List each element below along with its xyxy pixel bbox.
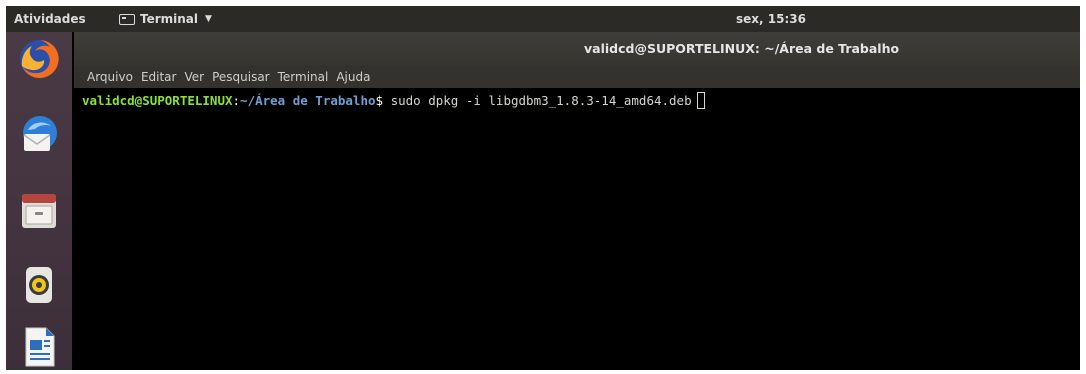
prompt-separator: : bbox=[232, 93, 241, 108]
terminal-window[interactable]: validcd@SUPORTELINUX: ~/Área de Trabalho… bbox=[74, 32, 1080, 370]
prompt-line: validcd@SUPORTELINUX: ~/Área de Trabalho $… bbox=[82, 92, 705, 109]
window-titlebar[interactable]: validcd@SUPORTELINUX: ~/Área de Trabalho bbox=[74, 32, 1080, 66]
menu-terminal[interactable]: Terminal bbox=[278, 70, 329, 84]
menu-pesquisar[interactable]: Pesquisar bbox=[212, 70, 270, 84]
menu-ajuda[interactable]: Ajuda bbox=[336, 70, 370, 84]
terminal-icon bbox=[119, 13, 135, 25]
launcher-dock bbox=[6, 32, 72, 370]
activities-button[interactable]: Atividades bbox=[14, 12, 86, 26]
rhythmbox-icon bbox=[26, 267, 52, 303]
dock-item-thunderbird[interactable] bbox=[16, 112, 62, 158]
dock-item-rhythmbox[interactable] bbox=[16, 262, 62, 308]
text-cursor bbox=[696, 92, 705, 109]
desktop: Atividades Terminal ▼ sex, 15:36 validcd… bbox=[6, 6, 1080, 370]
terminal-output[interactable]: validcd@SUPORTELINUX: ~/Área de Trabalho $… bbox=[74, 88, 1080, 370]
menu-editar[interactable]: Editar bbox=[141, 70, 177, 84]
app-menu-button[interactable]: Terminal ▼ bbox=[119, 12, 212, 26]
prompt-dollar: $ bbox=[375, 93, 391, 108]
chevron-down-icon: ▼ bbox=[205, 14, 212, 24]
files-icon bbox=[22, 194, 56, 228]
command-text: sudo dpkg -i libgdbm3_1.8.3-14_amd64.deb bbox=[390, 93, 692, 108]
libreoffice-writer-icon bbox=[25, 327, 55, 367]
window-title: validcd@SUPORTELINUX: ~/Área de Trabalho bbox=[584, 41, 900, 56]
dock-item-writer[interactable] bbox=[16, 324, 62, 370]
dock-item-files[interactable] bbox=[16, 188, 62, 234]
app-menu-label: Terminal bbox=[140, 12, 199, 26]
top-panel: Atividades Terminal ▼ sex, 15:36 bbox=[6, 6, 1080, 32]
thunderbird-icon bbox=[23, 116, 57, 151]
clock[interactable]: sex, 15:36 bbox=[736, 12, 806, 26]
prompt-user-host: validcd@SUPORTELINUX bbox=[82, 93, 233, 108]
menu-ver[interactable]: Ver bbox=[184, 70, 204, 84]
menu-arquivo[interactable]: Arquivo bbox=[87, 70, 133, 84]
dock-item-firefox[interactable] bbox=[16, 36, 62, 82]
menubar: Arquivo Editar Ver Pesquisar Terminal Aj… bbox=[74, 66, 1080, 88]
firefox-icon bbox=[20, 39, 59, 78]
prompt-path: ~/Área de Trabalho bbox=[240, 93, 376, 108]
